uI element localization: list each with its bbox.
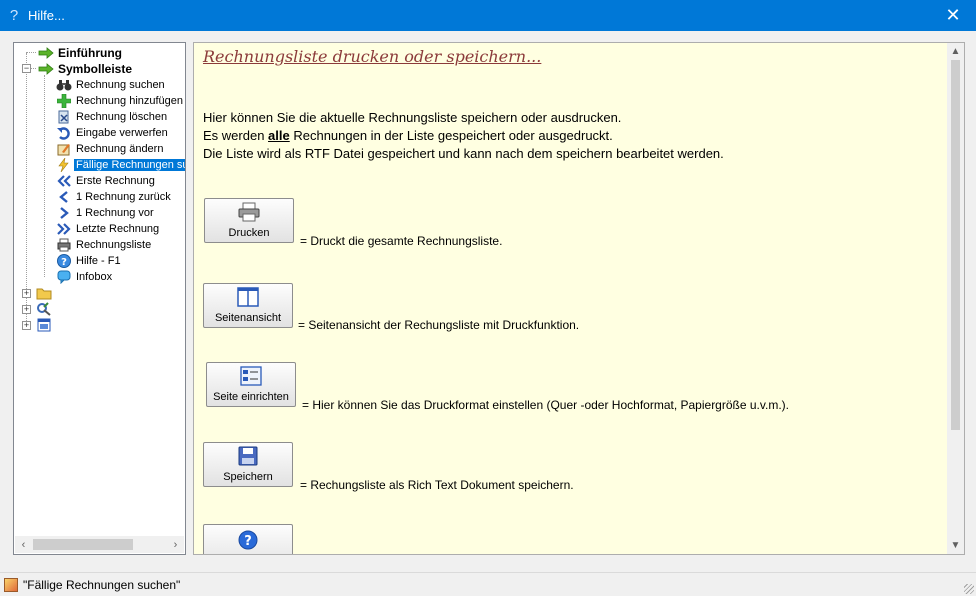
- intro-line-3: Die Liste wird als RTF Datei gespeichert…: [203, 146, 724, 161]
- content-vertical-scrollbar[interactable]: ▲ ▼: [947, 43, 964, 554]
- tree-item-rechnung-zurueck[interactable]: 1 Rechnung zurück: [56, 189, 173, 205]
- expand-icon[interactable]: +: [22, 289, 31, 298]
- folder-icon: [36, 285, 52, 301]
- tree-item-tools[interactable]: [36, 301, 54, 317]
- seite-einrichten-button[interactable]: Seite einrichten: [206, 362, 296, 407]
- tree-item-window[interactable]: [36, 317, 54, 333]
- seitenansicht-label: Seitenansicht: [214, 312, 282, 324]
- tree-item-erste-rechnung[interactable]: Erste Rechnung: [56, 173, 157, 189]
- tree-horizontal-scrollbar[interactable]: ‹ ›: [15, 536, 184, 553]
- tree-item-einfuehrung[interactable]: Einführung: [38, 45, 124, 61]
- scrollbar-thumb[interactable]: [33, 539, 133, 550]
- close-button[interactable]: ✕: [930, 0, 976, 31]
- tree-item-rechnung-hinzufuegen[interactable]: Rechnung hinzufügen: [56, 93, 185, 109]
- resize-grip[interactable]: [964, 584, 974, 594]
- expand-icon[interactable]: +: [22, 321, 31, 330]
- window-title: Hilfe...: [28, 8, 65, 23]
- page-view-icon: [237, 286, 259, 308]
- scroll-down-icon[interactable]: ▼: [947, 537, 964, 554]
- tree-item-eingabe-verwerfen[interactable]: Eingabe verwerfen: [56, 125, 170, 141]
- green-arrow-icon: [38, 45, 54, 61]
- help-icon: ?: [237, 529, 259, 551]
- scroll-right-icon[interactable]: ›: [167, 536, 184, 553]
- seitenansicht-button[interactable]: Seitenansicht: [203, 283, 293, 328]
- tree-item-rechnung-vor[interactable]: 1 Rechnung vor: [56, 205, 156, 221]
- expand-icon[interactable]: +: [22, 305, 31, 314]
- tree-line: [26, 53, 27, 325]
- help-content-panel: Rechnungsliste drucken oder speichern...…: [193, 42, 965, 555]
- delete-icon: [56, 109, 72, 125]
- status-text: "Fällige Rechnungen suchen": [23, 577, 181, 592]
- seitenansicht-description: = Seitenansicht der Rechungsliste mit Dr…: [298, 318, 580, 332]
- tree-item-symbolleiste[interactable]: Symbolleiste: [38, 61, 134, 77]
- binoculars-icon: [56, 77, 72, 93]
- tree-item-folder[interactable]: [36, 285, 54, 301]
- question-icon: ?: [9, 7, 19, 24]
- edit-icon: [56, 141, 72, 157]
- prev-icon: [56, 189, 72, 205]
- speichern-label: Speichern: [223, 471, 273, 483]
- tools-icon: [36, 301, 52, 317]
- drucken-button[interactable]: Drucken: [204, 198, 294, 243]
- seite-einrichten-label: Seite einrichten: [213, 391, 289, 403]
- tree-item-faellige-rechnungen[interactable]: Fällige Rechnungen su: [56, 157, 185, 173]
- plus-icon: [56, 93, 72, 109]
- tree-item-rechnung-aendern[interactable]: Rechnung ändern: [56, 141, 165, 157]
- last-icon: [56, 221, 72, 237]
- page-setup-icon: [240, 365, 262, 387]
- printer-icon: [56, 237, 72, 253]
- svg-text:?: ?: [244, 534, 252, 549]
- tree-line: [44, 75, 45, 277]
- drucken-label: Drucken: [228, 227, 270, 239]
- seite-einrichten-description: = Hier können Sie das Druckformat einste…: [302, 398, 789, 412]
- intro-line-1: Hier können Sie die aktuelle Rechnungsli…: [203, 110, 622, 125]
- undo-icon: [56, 125, 72, 141]
- status-bar: "Fällige Rechnungen suchen": [0, 572, 976, 596]
- page-title: Rechnungsliste drucken oder speichern...: [203, 47, 542, 66]
- speichern-description: = Rechungsliste als Rich Text Dokument s…: [300, 478, 574, 492]
- svg-text:?: ?: [61, 257, 67, 268]
- scroll-up-icon[interactable]: ▲: [947, 43, 964, 60]
- hilfe-button[interactable]: ?: [203, 524, 293, 554]
- scrollbar-thumb[interactable]: [951, 60, 960, 430]
- green-arrow-icon: [38, 61, 54, 77]
- title-bar: ? Hilfe... ✕: [0, 0, 976, 31]
- tree-item-rechnung-suchen[interactable]: Rechnung suchen: [56, 77, 167, 93]
- speichern-button[interactable]: Speichern: [203, 442, 293, 487]
- help-topics-tree[interactable]: Einführung − Symbolleiste Rechnung suche…: [13, 42, 186, 555]
- drucken-description: = Druckt die gesamte Rechnungsliste.: [300, 234, 503, 248]
- collapse-icon[interactable]: −: [22, 64, 31, 73]
- tree-item-hilfe-f1[interactable]: ? Hilfe - F1: [56, 253, 123, 269]
- window-icon: [36, 317, 52, 333]
- tree-item-infobox[interactable]: Infobox: [56, 269, 114, 285]
- next-icon: [56, 205, 72, 221]
- save-icon: [237, 445, 259, 467]
- tree-item-rechnungsliste[interactable]: Rechnungsliste: [56, 237, 153, 253]
- info-bubble-icon: [56, 269, 72, 285]
- scroll-left-icon[interactable]: ‹: [15, 536, 32, 553]
- intro-line-2: Es werden alle Rechnungen in der Liste g…: [203, 128, 613, 143]
- tree-item-letzte-rechnung[interactable]: Letzte Rechnung: [56, 221, 161, 237]
- status-icon: [4, 577, 18, 592]
- tree-item-rechnung-loeschen[interactable]: Rechnung löschen: [56, 109, 169, 125]
- lightning-icon: [56, 157, 72, 173]
- printer-icon: [238, 201, 260, 223]
- tree-line: [26, 52, 36, 53]
- help-icon: ?: [56, 253, 72, 269]
- first-icon: [56, 173, 72, 189]
